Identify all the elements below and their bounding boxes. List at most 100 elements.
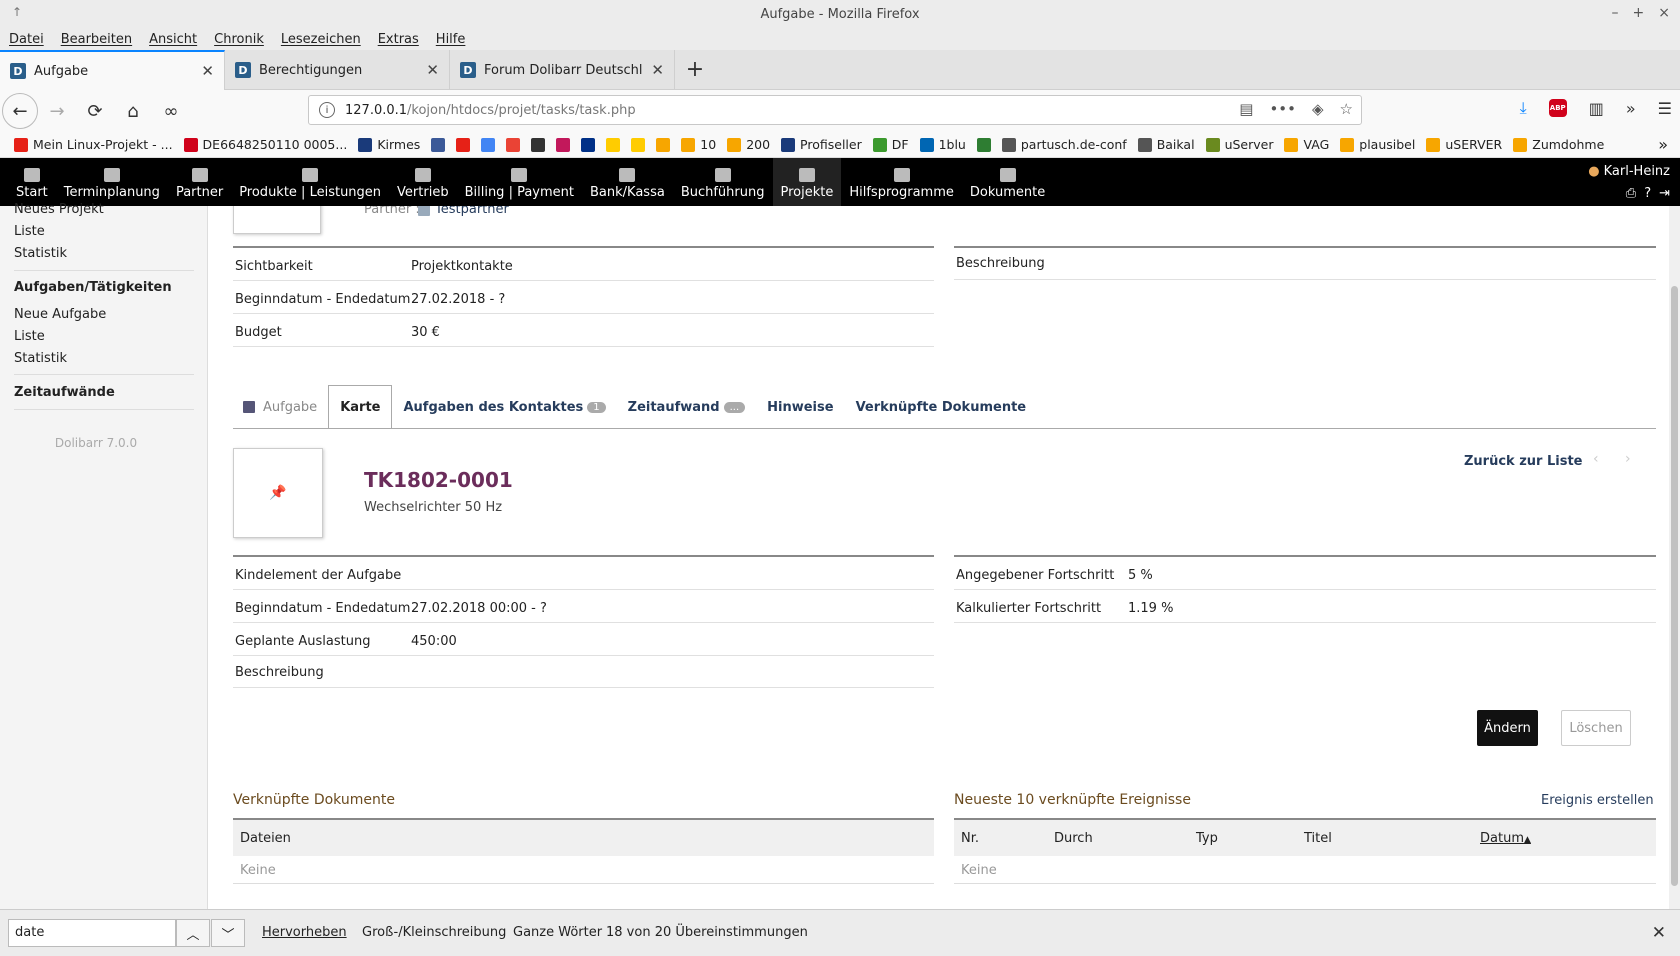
help-icon[interactable]: ? <box>1644 186 1651 201</box>
sidebar-new-task[interactable]: Neue Aufgabe <box>14 307 106 322</box>
back-button[interactable]: ← <box>2 93 38 129</box>
topmenu-item-start[interactable]: Start <box>8 158 56 206</box>
bookmark-item[interactable] <box>556 137 571 152</box>
bookmark-item[interactable]: DF <box>872 137 909 152</box>
col-date[interactable]: Datum▲ <box>1480 831 1531 846</box>
bookmark-item[interactable]: Profiseller <box>781 137 862 152</box>
topmenu-item-vertrieb[interactable]: Vertrieb <box>389 158 457 206</box>
adblock-icon[interactable]: ABP <box>1548 99 1567 117</box>
menu-lesezeichen[interactable]: Lesezeichen <box>281 32 361 47</box>
back-to-list-link[interactable]: Zurück zur Liste <box>1464 454 1583 469</box>
hamburger-menu-icon[interactable]: ☰ <box>1658 99 1672 118</box>
bookmark-item[interactable] <box>656 137 671 152</box>
sidebar-icon[interactable]: ▥ <box>1589 99 1604 118</box>
browser-tab-berechtigungen[interactable]: D Berechtigungen ✕ <box>225 50 450 90</box>
bookmark-item[interactable] <box>976 137 991 152</box>
sidebar-tasks-heading[interactable]: Aufgaben/Tätigkeiten <box>14 280 172 295</box>
bookmarks-overflow-icon[interactable]: » <box>1658 135 1668 154</box>
topmenu-item-buchführung[interactable]: Buchführung <box>673 158 773 206</box>
bookmark-item[interactable]: plausibel <box>1340 137 1415 152</box>
page-scrollbar[interactable] <box>1669 206 1680 909</box>
info-icon[interactable]: i <box>319 102 335 118</box>
tab-contact-tasks[interactable]: Aufgaben des Kontaktes 1 <box>392 385 616 429</box>
tab-notes[interactable]: Hinweise <box>756 385 844 429</box>
find-previous-button[interactable]: ︿ <box>176 919 210 947</box>
page-actions-icon[interactable]: ••• <box>1269 100 1296 118</box>
bookmark-item[interactable]: Baikal <box>1137 137 1195 152</box>
col-title[interactable]: Titel <box>1304 831 1332 846</box>
close-tab-icon[interactable]: ✕ <box>201 62 214 80</box>
topmenu-item-produkte-leistungen[interactable]: Produkte | Leistungen <box>231 158 389 206</box>
minimize-icon[interactable]: – <box>1612 5 1619 21</box>
bookmark-item[interactable]: partusch.de-conf <box>1001 137 1127 152</box>
find-input[interactable]: date <box>8 919 176 947</box>
menu-chronik[interactable]: Chronik <box>214 32 264 47</box>
next-record-icon[interactable]: › <box>1625 451 1631 467</box>
find-next-button[interactable]: ﹀ <box>211 919 245 947</box>
menu-bearbeiten[interactable]: Bearbeiten <box>61 32 132 47</box>
bookmark-item[interactable] <box>606 137 621 152</box>
bookmark-item[interactable]: Kirmes <box>358 137 420 152</box>
tab-aufgabe[interactable]: Aufgabe <box>232 385 328 429</box>
match-case-toggle[interactable]: Groß-/Kleinschreibung <box>362 925 506 940</box>
forward-button[interactable]: → <box>38 95 76 127</box>
overflow-chevron-icon[interactable]: » <box>1626 99 1636 118</box>
menu-ansicht[interactable]: Ansicht <box>149 32 197 47</box>
col-type[interactable]: Typ <box>1196 831 1218 846</box>
maximize-icon[interactable]: + <box>1633 5 1645 21</box>
bookmark-item[interactable] <box>581 137 596 152</box>
topmenu-item-billing-payment[interactable]: Billing | Payment <box>457 158 582 206</box>
new-tab-button[interactable]: + <box>675 50 715 89</box>
reader-view-icon[interactable]: ▤ <box>1239 100 1253 118</box>
print-icon[interactable]: ⎙ <box>1626 186 1636 201</box>
bookmark-item[interactable] <box>431 137 446 152</box>
topmenu-item-projekte[interactable]: Projekte <box>772 158 842 206</box>
close-tab-icon[interactable]: ✕ <box>651 61 664 79</box>
topmenu-item-partner[interactable]: Partner <box>168 158 231 206</box>
reload-button[interactable]: ⟳ <box>76 95 114 127</box>
modify-button[interactable]: Ändern <box>1477 710 1538 746</box>
user-info[interactable]: ● Karl-Heinz <box>1588 164 1670 179</box>
sidebar-new-project[interactable]: Neues Projekt <box>14 202 104 217</box>
sidebar-time-heading[interactable]: Zeitaufwände <box>14 385 115 400</box>
bookmark-star-icon[interactable]: ☆ <box>1340 100 1353 118</box>
prev-record-icon[interactable]: ‹ <box>1593 451 1599 467</box>
partner-link[interactable]: Testpartner <box>435 206 509 217</box>
bookmark-item[interactable]: VAG <box>1284 137 1329 152</box>
tab-karte[interactable]: Karte <box>328 385 393 429</box>
topmenu-item-terminplanung[interactable]: Terminplanung <box>56 158 168 206</box>
topmenu-item-dokumente[interactable]: Dokumente <box>962 158 1053 206</box>
whole-words-toggle[interactable]: Ganze Wörter <box>513 925 602 940</box>
create-event-link[interactable]: Ereignis erstellen <box>1541 793 1654 808</box>
menu-datei[interactable]: Datei <box>9 32 44 47</box>
delete-button[interactable]: Löschen <box>1561 710 1631 746</box>
close-tab-icon[interactable]: ✕ <box>426 61 439 79</box>
bookmark-item[interactable] <box>631 137 646 152</box>
url-bar[interactable]: i 127.0.0.1/kojon/htdocs/projet/tasks/ta… <box>308 95 1362 125</box>
bookmark-item[interactable] <box>456 137 471 152</box>
sidebar-project-list[interactable]: Liste <box>14 224 45 239</box>
pocket-icon[interactable]: ◈ <box>1312 100 1324 118</box>
menu-hilfe[interactable]: Hilfe <box>436 32 466 47</box>
bookmark-item[interactable] <box>481 137 496 152</box>
bookmark-item[interactable] <box>531 137 546 152</box>
bookmark-item[interactable]: uSERVER <box>1426 137 1502 152</box>
menu-extras[interactable]: Extras <box>378 32 419 47</box>
browser-tab-aufgabe[interactable]: D Aufgabe ✕ <box>0 50 225 90</box>
bookmark-item[interactable]: uServer <box>1205 137 1273 152</box>
bookmark-item[interactable]: 10 <box>681 137 716 152</box>
bookmark-item[interactable]: Zumdohme <box>1513 137 1604 152</box>
sidebar-project-stats[interactable]: Statistik <box>14 246 67 261</box>
bookmark-item[interactable] <box>506 137 521 152</box>
bookmark-item[interactable]: 1blu <box>919 137 966 152</box>
mask-icon[interactable]: ∞ <box>152 95 190 127</box>
highlight-all-toggle[interactable]: Hervorheben <box>262 925 347 940</box>
bookmark-item[interactable]: Mein Linux-Projekt - ... <box>14 137 173 152</box>
browser-tab-forum[interactable]: D Forum Dolibarr Deutschland ✕ <box>450 50 675 90</box>
bookmark-item[interactable]: DE6648250110 0005... <box>183 137 347 152</box>
col-nr[interactable]: Nr. <box>961 831 979 846</box>
download-icon[interactable]: ⤓ <box>1520 98 1527 118</box>
logout-icon[interactable]: ⇥ <box>1659 186 1670 201</box>
topmenu-item-hilfsprogramme[interactable]: Hilfsprogramme <box>841 158 962 206</box>
tab-linked-docs[interactable]: Verknüpfte Dokumente <box>845 385 1038 429</box>
